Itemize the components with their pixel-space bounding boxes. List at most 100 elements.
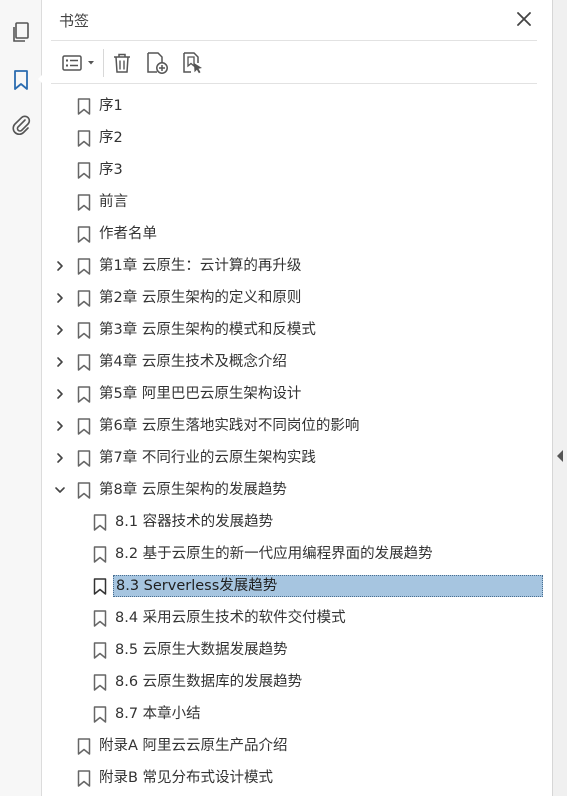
bookmark-label: 8.1 容器技术的发展趋势 <box>115 514 274 530</box>
chevron-down-icon <box>55 487 65 493</box>
bookmark-icon <box>77 162 91 179</box>
bookmark-icon <box>77 738 91 755</box>
bookmark-item[interactable]: 8.6 云原生数据库的发展趋势 <box>43 668 552 696</box>
bookmark-item[interactable]: 附录A 阿里云云原生产品介绍 <box>43 732 552 760</box>
chevron-right-icon <box>57 261 63 271</box>
bookmark-label: 8.2 基于云原生的新一代应用编程界面的发展趋势 <box>115 546 433 562</box>
bookmark-label: 附录B 常见分布式设计模式 <box>99 770 274 786</box>
bookmarks-toolbar <box>51 40 537 84</box>
bookmark-item[interactable]: 8.1 容器技术的发展趋势 <box>43 508 552 536</box>
bookmark-item[interactable]: 前言 <box>43 188 552 216</box>
bookmark-icon <box>77 258 91 275</box>
bookmark-icon <box>93 642 107 659</box>
chevron-right-icon <box>57 293 63 303</box>
bookmark-label: 第4章 云原生技术及概念介绍 <box>99 354 287 370</box>
bookmark-label: 序1 <box>99 98 123 114</box>
bookmark-item[interactable]: 作者名单 <box>43 220 552 248</box>
bookmark-icon <box>77 226 91 243</box>
bookmark-icon <box>93 546 107 563</box>
panel-header: 书签 <box>43 0 552 40</box>
bookmark-icon <box>77 450 91 467</box>
bookmark-label: 第5章 阿里巴巴云原生架构设计 <box>99 386 302 402</box>
bookmark-icon <box>77 194 91 211</box>
toolbar-separator <box>103 49 104 77</box>
bookmark-label: 8.3 Serverless发展趋势 <box>113 575 543 597</box>
expand-button[interactable] <box>53 419 67 433</box>
bookmark-item[interactable]: 8.7 本章小结 <box>43 700 552 728</box>
bookmark-icon <box>77 770 91 787</box>
bookmark-label: 第6章 云原生落地实践对不同岗位的影响 <box>99 418 360 434</box>
bookmark-item[interactable]: 序1 <box>43 92 552 120</box>
add-bookmark-icon <box>147 52 168 74</box>
chevron-down-icon <box>88 61 94 65</box>
bookmark-icon <box>77 290 91 307</box>
bookmark-item[interactable]: 第4章 云原生技术及概念介绍 <box>43 348 552 376</box>
bookmark-label: 第7章 不同行业的云原生架构实践 <box>99 450 316 466</box>
bookmark-label: 8.5 云原生大数据发展趋势 <box>115 642 288 658</box>
chevron-right-icon <box>57 453 63 463</box>
bookmark-label: 序3 <box>99 162 123 178</box>
expand-button[interactable] <box>53 323 67 337</box>
bookmark-icon <box>77 482 91 499</box>
pages-panel-button[interactable] <box>6 18 36 48</box>
bookmark-label: 8.6 云原生数据库的发展趋势 <box>115 674 303 690</box>
delete-bookmark-button[interactable] <box>109 50 135 76</box>
attachment-icon <box>12 115 31 135</box>
bookmark-label: 第2章 云原生架构的定义和原则 <box>99 290 302 306</box>
panel-title: 书签 <box>59 12 90 30</box>
bookmark-icon <box>93 610 107 627</box>
bookmark-icon <box>93 578 107 595</box>
bookmark-icon <box>93 674 107 691</box>
bookmarks-panel-button[interactable] <box>6 65 45 95</box>
bookmark-cursor-icon <box>183 52 202 74</box>
bookmark-item[interactable]: 第1章 云原生：云计算的再升级 <box>43 252 552 280</box>
new-bookmark-button[interactable] <box>143 50 171 76</box>
bookmark-item[interactable]: 附录B 常见分布式设计模式 <box>43 764 552 792</box>
new-bookmark-from-structure-button[interactable] <box>179 50 207 76</box>
bookmark-label: 前言 <box>99 194 128 210</box>
chevron-right-icon <box>57 325 63 335</box>
bookmark-item[interactable]: 序3 <box>43 156 552 184</box>
collapse-button[interactable] <box>53 483 67 497</box>
bookmark-item[interactable]: 第3章 云原生架构的模式和反模式 <box>43 316 552 344</box>
bookmark-label: 8.7 本章小结 <box>115 706 201 722</box>
bookmark-item[interactable]: 第5章 阿里巴巴云原生架构设计 <box>43 380 552 408</box>
bookmark-icon <box>77 98 91 115</box>
close-panel-button[interactable] <box>514 9 534 29</box>
options-menu-button[interactable] <box>59 50 99 76</box>
bookmark-icon <box>14 70 28 90</box>
collapse-arrow-icon[interactable] <box>556 450 564 462</box>
bookmark-item[interactable]: 第8章 云原生架构的发展趋势 <box>43 476 552 504</box>
expand-button[interactable] <box>53 451 67 465</box>
bookmark-icon <box>77 322 91 339</box>
bookmark-item[interactable]: 8.4 采用云原生技术的软件交付模式 <box>43 604 552 632</box>
trash-icon <box>114 53 130 73</box>
bookmark-icon <box>77 130 91 147</box>
attachments-panel-button[interactable] <box>6 110 36 140</box>
expand-button[interactable] <box>53 387 67 401</box>
panel-splitter[interactable] <box>552 0 567 796</box>
chevron-right-icon <box>57 421 63 431</box>
bookmark-icon <box>93 514 107 531</box>
bookmark-label: 第1章 云原生：云计算的再升级 <box>99 258 302 274</box>
bookmarks-panel: 书签 序1 序2 序3 前言 作者名单 第1章 云原生：云计算的再升级 第2章 … <box>43 0 552 796</box>
bookmark-label: 附录A 阿里云云原生产品介绍 <box>99 738 288 754</box>
close-icon <box>517 12 531 26</box>
chevron-right-icon <box>57 357 63 367</box>
bookmark-item[interactable]: 第7章 不同行业的云原生架构实践 <box>43 444 552 472</box>
navigation-rail <box>0 0 45 796</box>
list-options-icon <box>62 55 82 71</box>
bookmark-item[interactable]: 8.5 云原生大数据发展趋势 <box>43 636 552 664</box>
bookmark-item[interactable]: 8.3 Serverless发展趋势 <box>43 572 552 600</box>
bookmark-label: 第8章 云原生架构的发展趋势 <box>99 482 287 498</box>
bookmark-item[interactable]: 序2 <box>43 124 552 152</box>
chevron-right-icon <box>57 389 63 399</box>
pages-icon <box>13 22 29 42</box>
bookmark-item[interactable]: 第6章 云原生落地实践对不同岗位的影响 <box>43 412 552 440</box>
bookmark-item[interactable]: 8.2 基于云原生的新一代应用编程界面的发展趋势 <box>43 540 552 568</box>
expand-button[interactable] <box>53 291 67 305</box>
bookmark-icon <box>77 354 91 371</box>
expand-button[interactable] <box>53 259 67 273</box>
bookmark-item[interactable]: 第2章 云原生架构的定义和原则 <box>43 284 552 312</box>
expand-button[interactable] <box>53 355 67 369</box>
